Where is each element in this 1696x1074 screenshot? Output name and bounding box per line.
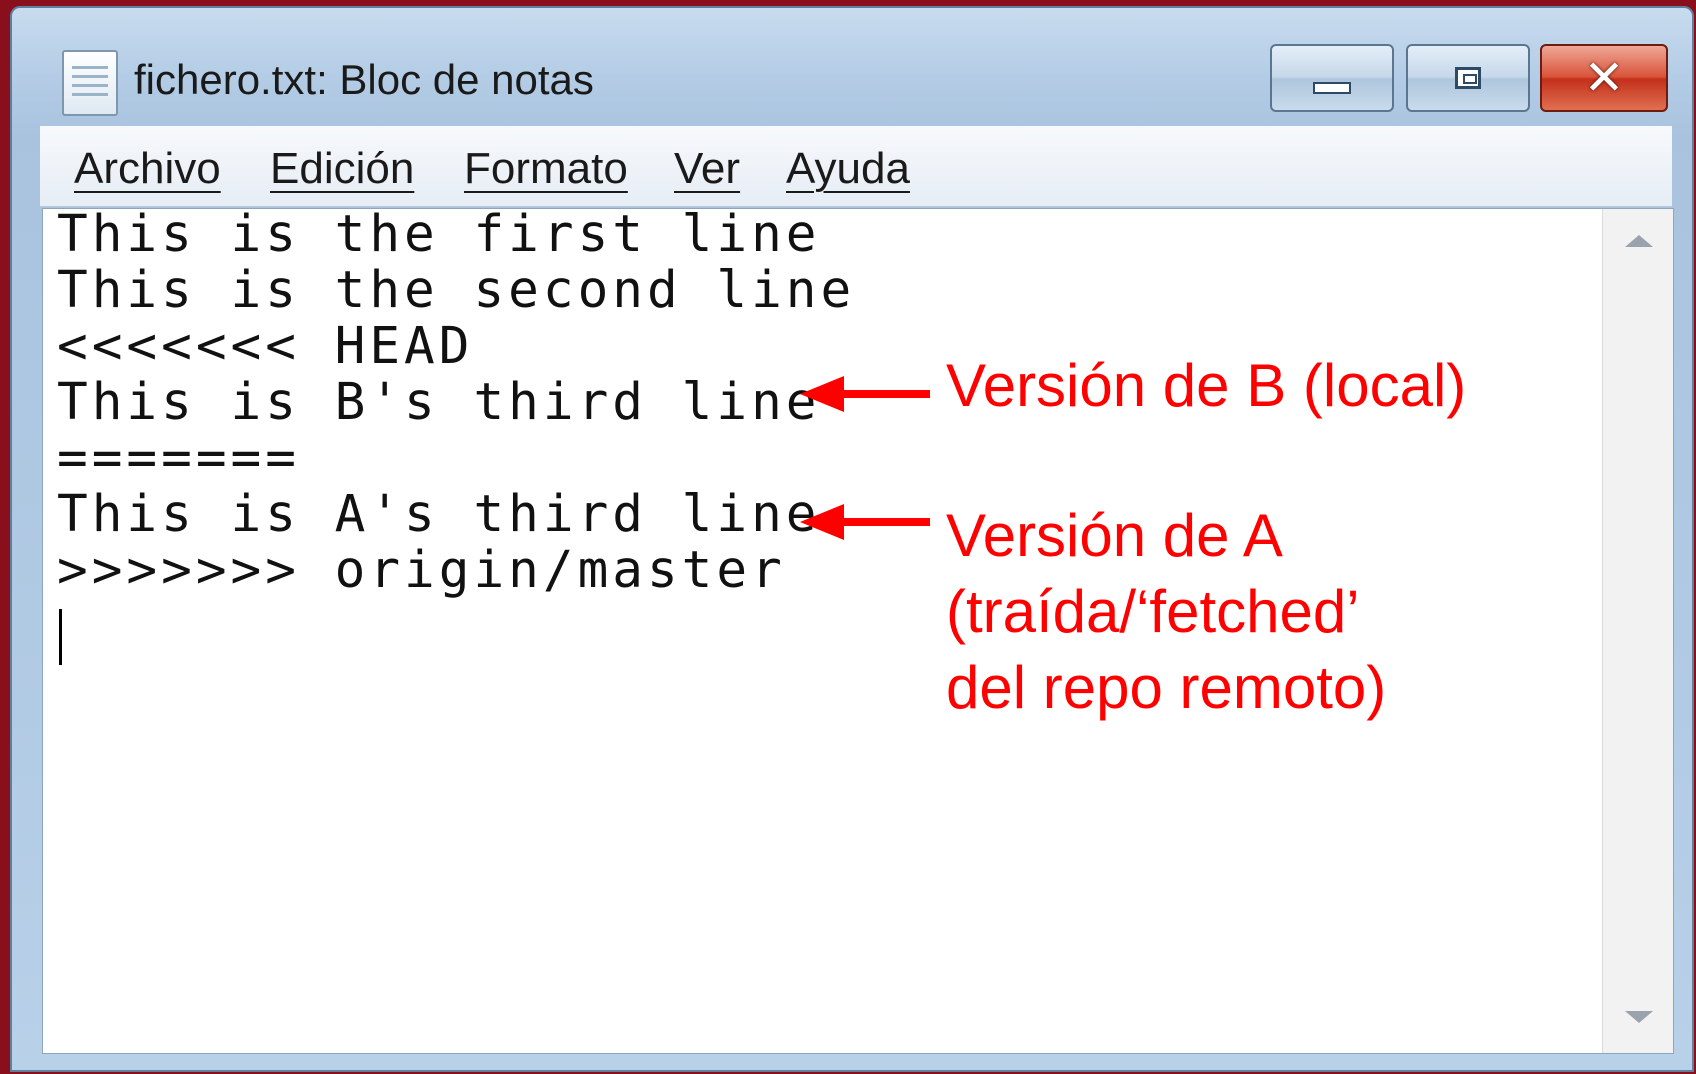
conflict-marker-origin: >>>>>>> origin/master <box>57 541 786 600</box>
text-caret <box>59 609 62 665</box>
arrow-b-icon <box>800 376 930 412</box>
maximize-button[interactable] <box>1406 44 1530 112</box>
close-icon: ✕ <box>1583 50 1625 106</box>
vertical-scrollbar[interactable] <box>1602 209 1673 1053</box>
minimize-icon <box>1313 82 1351 94</box>
text-editor-area[interactable]: This is the first line This is the secon… <box>42 208 1674 1054</box>
menu-ayuda[interactable]: Ayuda <box>786 144 910 194</box>
menu-edicion[interactable]: Edición <box>270 144 414 194</box>
menu-archivo[interactable]: Archivo <box>74 144 221 194</box>
conflict-separator: ======= <box>57 429 300 488</box>
editor-line: This is the first line <box>57 205 821 264</box>
close-button[interactable]: ✕ <box>1540 44 1668 112</box>
editor-line-a: This is A's third line <box>57 485 821 544</box>
annotation-version-a-line2: (traída/‘fetched’ <box>946 578 1360 645</box>
title-bar[interactable]: fichero.txt: Bloc de notas ✕ <box>12 8 1692 126</box>
menu-ver[interactable]: Ver <box>674 144 740 194</box>
scroll-down-arrow-icon[interactable] <box>1625 1011 1653 1023</box>
menu-formato[interactable]: Formato <box>464 144 628 194</box>
editor-line-b: This is B's third line <box>57 373 821 432</box>
window-title: fichero.txt: Bloc de notas <box>134 56 594 103</box>
minimize-button[interactable] <box>1270 44 1394 112</box>
conflict-marker-head: <<<<<<< HEAD <box>57 317 474 376</box>
editor-line: This is the second line <box>57 261 856 320</box>
notepad-icon <box>62 50 118 116</box>
annotation-version-a-line3: del repo remoto) <box>946 654 1387 721</box>
maximize-icon <box>1455 67 1481 89</box>
annotation-version-b: Versión de B (local) <box>946 352 1467 419</box>
scroll-up-arrow-icon[interactable] <box>1625 235 1653 247</box>
menu-bar: Archivo Edición Formato Ver Ayuda <box>40 126 1672 207</box>
annotation-version-a-line1: Versión de A <box>946 502 1283 569</box>
arrow-a-icon <box>800 504 930 540</box>
